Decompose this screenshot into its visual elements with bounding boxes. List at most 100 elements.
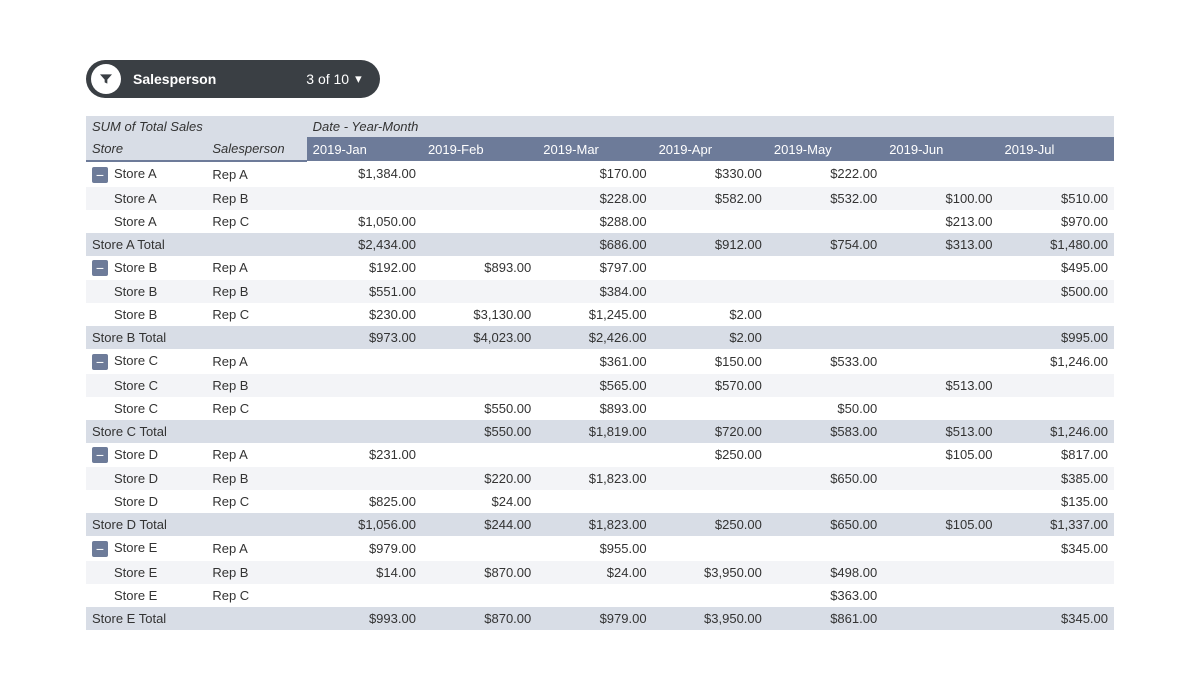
value-cell: $14.00 — [307, 561, 422, 584]
group-total-value: $250.00 — [653, 513, 768, 536]
value-cell — [653, 490, 768, 513]
group-total-value: $105.00 — [883, 513, 998, 536]
value-cell: $231.00 — [307, 443, 422, 468]
collapse-toggle[interactable]: − — [92, 260, 108, 276]
value-cell: $565.00 — [537, 374, 652, 397]
group-total-label: Store A Total — [86, 233, 307, 256]
collapse-toggle[interactable]: − — [92, 167, 108, 183]
value-cell: $1,823.00 — [537, 467, 652, 490]
group-total-value: $686.00 — [537, 233, 652, 256]
value-cell — [768, 280, 883, 303]
group-total-value: $993.00 — [307, 607, 422, 630]
rep-cell: Rep A — [206, 256, 306, 281]
table-row: −Store ERep A$979.00$955.00$345.00 — [86, 536, 1114, 561]
value-cell — [537, 443, 652, 468]
rep-cell: Rep C — [206, 303, 306, 326]
value-cell: $582.00 — [653, 187, 768, 210]
rowdim-store: Store — [86, 137, 206, 161]
group-total-row: Store A Total$2,434.00$686.00$912.00$754… — [86, 233, 1114, 256]
value-cell: $213.00 — [883, 210, 998, 233]
col-header[interactable]: 2019-Mar — [537, 137, 652, 161]
value-cell — [999, 374, 1115, 397]
value-cell: $384.00 — [537, 280, 652, 303]
group-total-row: Store C Total$550.00$1,819.00$720.00$583… — [86, 420, 1114, 443]
value-cell — [307, 584, 422, 607]
value-cell: $105.00 — [883, 443, 998, 468]
value-cell — [883, 584, 998, 607]
date-dimension-label: Date - Year-Month — [307, 116, 1114, 137]
value-cell — [653, 536, 768, 561]
value-cell — [768, 490, 883, 513]
collapse-toggle[interactable]: − — [92, 354, 108, 370]
store-cell: Store A — [86, 210, 206, 233]
rep-cell: Rep A — [206, 161, 306, 187]
value-cell: $135.00 — [999, 490, 1115, 513]
value-cell — [537, 490, 652, 513]
filter-salesperson-pill[interactable]: Salesperson 3 of 10 ▾ — [86, 60, 380, 98]
group-total-value: $1,819.00 — [537, 420, 652, 443]
value-cell: $363.00 — [768, 584, 883, 607]
value-cell: $650.00 — [768, 467, 883, 490]
value-cell — [999, 397, 1115, 420]
value-cell: $870.00 — [422, 561, 537, 584]
chevron-down-icon: ▾ — [355, 71, 362, 87]
value-cell: $170.00 — [537, 161, 652, 187]
value-cell: $532.00 — [768, 187, 883, 210]
value-cell — [307, 374, 422, 397]
col-header[interactable]: 2019-Jan — [307, 137, 422, 161]
col-header[interactable]: 2019-Feb — [422, 137, 537, 161]
value-cell — [307, 187, 422, 210]
group-total-value: $979.00 — [537, 607, 652, 630]
value-cell — [653, 256, 768, 281]
group-total-value: $2,426.00 — [537, 326, 652, 349]
value-cell: $3,130.00 — [422, 303, 537, 326]
store-cell: Store C — [86, 397, 206, 420]
filter-icon — [91, 64, 121, 94]
group-total-value — [768, 326, 883, 349]
col-header[interactable]: 2019-May — [768, 137, 883, 161]
store-cell: −Store C — [86, 349, 206, 374]
group-total-label: Store D Total — [86, 513, 307, 536]
col-header[interactable]: 2019-Apr — [653, 137, 768, 161]
store-cell: −Store E — [86, 536, 206, 561]
collapse-toggle[interactable]: − — [92, 447, 108, 463]
value-cell: $510.00 — [999, 187, 1115, 210]
store-cell: Store C — [86, 374, 206, 397]
group-total-label: Store E Total — [86, 607, 307, 630]
value-cell — [422, 374, 537, 397]
group-total-value: $345.00 — [999, 607, 1115, 630]
rep-cell: Rep B — [206, 467, 306, 490]
group-total-value: $583.00 — [768, 420, 883, 443]
table-row: −Store CRep A$361.00$150.00$533.00$1,246… — [86, 349, 1114, 374]
value-cell — [422, 443, 537, 468]
group-total-value — [422, 233, 537, 256]
table-row: Store ARep B$228.00$582.00$532.00$100.00… — [86, 187, 1114, 210]
value-cell: $893.00 — [422, 256, 537, 281]
value-cell — [653, 584, 768, 607]
store-cell: Store A — [86, 187, 206, 210]
measure-label: SUM of Total Sales — [86, 116, 307, 137]
value-cell — [883, 397, 998, 420]
group-total-value: $4,023.00 — [422, 326, 537, 349]
value-cell — [768, 256, 883, 281]
rep-cell: Rep B — [206, 561, 306, 584]
value-cell — [307, 397, 422, 420]
value-cell — [422, 536, 537, 561]
store-cell: −Store D — [86, 443, 206, 468]
group-total-value: $754.00 — [768, 233, 883, 256]
value-cell — [422, 210, 537, 233]
col-header[interactable]: 2019-Jun — [883, 137, 998, 161]
store-cell: Store D — [86, 467, 206, 490]
value-cell — [768, 303, 883, 326]
value-cell: $570.00 — [653, 374, 768, 397]
table-row: Store BRep C$230.00$3,130.00$1,245.00$2.… — [86, 303, 1114, 326]
collapse-toggle[interactable]: − — [92, 541, 108, 557]
value-cell: $385.00 — [999, 467, 1115, 490]
group-total-value — [307, 420, 422, 443]
value-cell: $1,245.00 — [537, 303, 652, 326]
value-cell — [768, 536, 883, 561]
value-cell: $513.00 — [883, 374, 998, 397]
table-row: Store CRep B$565.00$570.00$513.00 — [86, 374, 1114, 397]
col-header[interactable]: 2019-Jul — [999, 137, 1115, 161]
group-total-row: Store E Total$993.00$870.00$979.00$3,950… — [86, 607, 1114, 630]
